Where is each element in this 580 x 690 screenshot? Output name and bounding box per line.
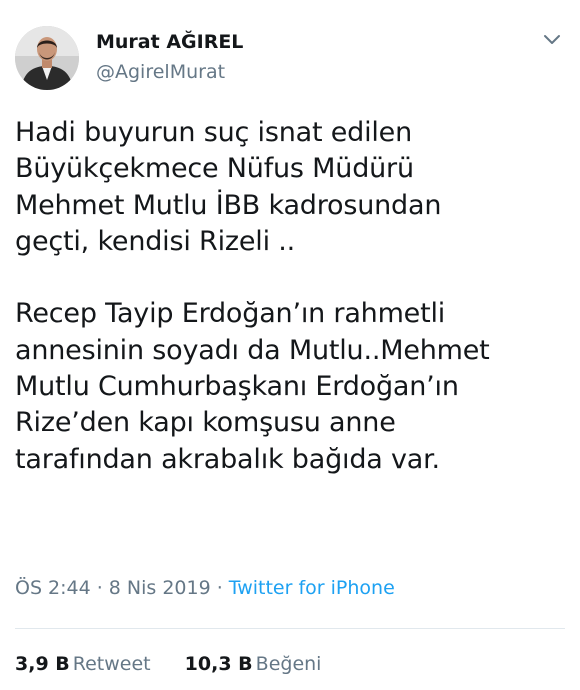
profile-photo-icon (15, 26, 79, 90)
tweet-time[interactable]: ÖS 2:44 (15, 577, 91, 599)
tweet-source-link[interactable]: Twitter for iPhone (229, 577, 395, 599)
tweet-stats: 3,9 B Retweet 10,3 B Beğeni (15, 653, 349, 675)
tweet-text: Hadi buyurun suç isnat edilen Büyükçekme… (15, 115, 570, 478)
chevron-down-icon (544, 35, 560, 44)
tweet-paragraph: Recep Tayip Erdoğan’ın rahmetli annesini… (15, 298, 490, 475)
tweet-header: Murat AĞIREL @AgirelMurat (0, 0, 580, 110)
tweet-paragraph: Hadi buyurun suç isnat edilen Büyükçekme… (15, 117, 442, 257)
tweet-menu-button[interactable] (540, 30, 564, 50)
avatar[interactable] (15, 26, 79, 90)
retweets-label: Retweet (72, 653, 151, 675)
likes-label: Beğeni (255, 653, 322, 675)
author-handle[interactable]: @AgirelMurat (96, 61, 225, 83)
likes-count: 10,3 B (184, 653, 253, 675)
tweet-meta: ÖS 2:44 · 8 Nis 2019 · Twitter for iPhone (15, 577, 395, 599)
meta-separator: · (96, 577, 103, 599)
retweets-stat[interactable]: 3,9 B Retweet (15, 653, 151, 675)
tweet-date[interactable]: 8 Nis 2019 (109, 577, 211, 599)
meta-separator: · (216, 577, 223, 599)
author-name[interactable]: Murat AĞIREL (96, 31, 243, 53)
divider (15, 628, 565, 629)
likes-stat[interactable]: 10,3 B Beğeni (185, 653, 322, 675)
retweets-count: 3,9 B (15, 653, 70, 675)
